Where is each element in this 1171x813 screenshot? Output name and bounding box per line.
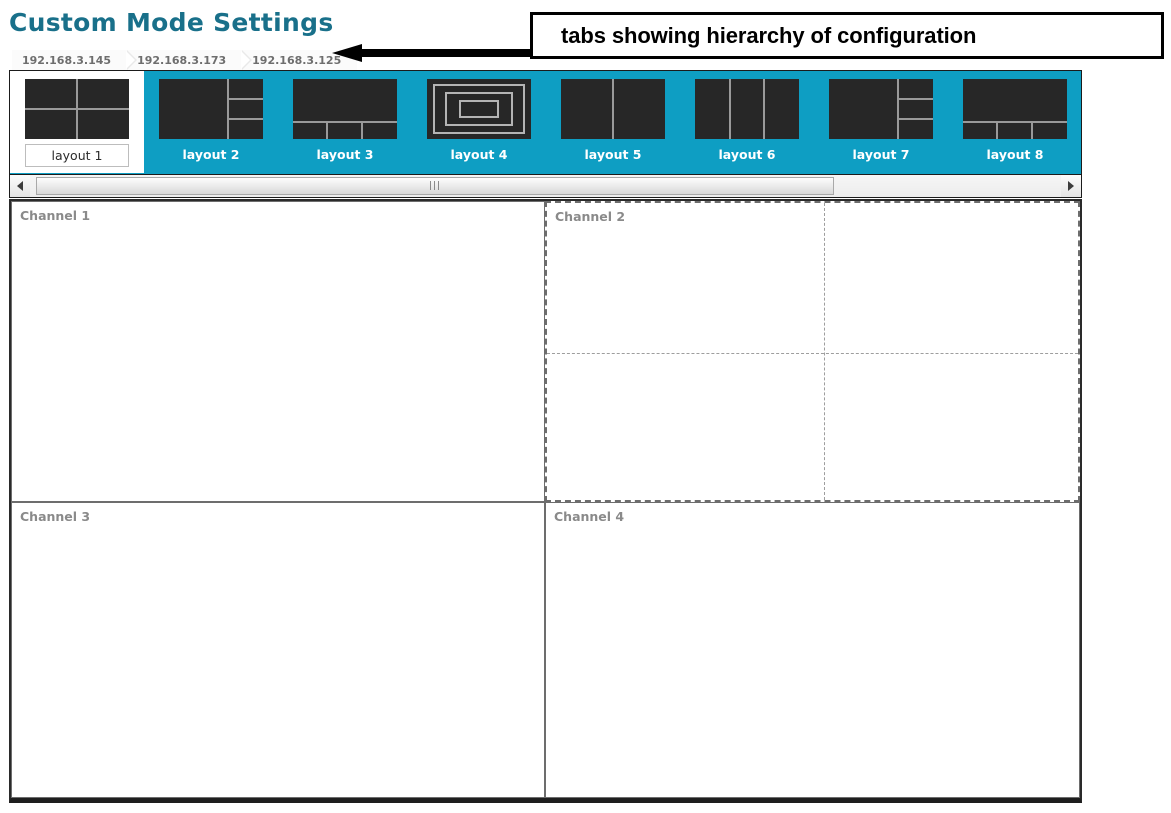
channel-pane-3[interactable]: Channel 3 [11,502,545,798]
layout-tab-4[interactable]: layout 4 [412,71,546,173]
channel-2-vertical-divider [824,203,825,500]
scrollbar-grip-icon: ||| [428,180,442,191]
channel-pane-4[interactable]: Channel 4 [545,502,1080,798]
channel-pane-1[interactable]: Channel 1 [11,201,545,502]
layout-tab-6[interactable]: layout 6 [680,71,814,173]
annotation-text: tabs showing hierarchy of configuration [561,22,977,48]
layout-tab-label-5: layout 5 [584,147,642,162]
layout-tab-label-1: layout 1 [24,144,130,167]
horizontal-scrollbar[interactable]: ||| [9,174,1082,198]
breadcrumb: 192.168.3.145 192.168.3.173 192.168.3.12… [12,50,358,70]
layout-tab-label-4: layout 4 [450,147,508,162]
breadcrumb-item-1[interactable]: 192.168.3.145 [12,50,138,70]
triangle-right-icon [1068,181,1074,191]
layout-tab-label-7: layout 7 [852,147,910,162]
layout-thumbnail-nested-3 [427,79,531,139]
channel-label-1: Channel 1 [20,208,91,223]
custom-mode-settings-page: Custom Mode Settings 192.168.3.145 192.1… [0,0,1171,813]
channel-pane-2[interactable]: Channel 2 [545,201,1080,502]
layout-tab-label-6: layout 6 [718,147,776,162]
layout-thumbnail-cols-2 [561,79,665,139]
scrollbar-thumb[interactable]: ||| [36,177,834,195]
scrollbar-track[interactable]: ||| [30,175,1061,197]
page-title: Custom Mode Settings [9,8,334,37]
layout-tab-2[interactable]: layout 2 [144,71,278,173]
layout-thumbnail-left-large-3-right-b [829,79,933,139]
layout-thumbnail-top-large-3-bottom [293,79,397,139]
layout-tab-5[interactable]: layout 5 [546,71,680,173]
channel-canvas: Channel 1 Channel 2 Channel 3 Channel 4 [9,199,1082,803]
layout-thumbnail-cols-3 [695,79,799,139]
channel-2-horizontal-divider [547,353,1078,354]
layout-tab-strip[interactable]: layout 1 layout 2 layout 3 layout 4 layo… [9,70,1082,174]
layout-thumbnail-grid-2x2 [25,79,129,139]
triangle-left-icon [17,181,23,191]
scroll-right-button[interactable] [1061,175,1081,197]
annotation-arrow-icon [332,44,533,62]
layout-tab-label-2: layout 2 [182,147,240,162]
breadcrumb-item-2[interactable]: 192.168.3.173 [127,50,253,70]
channel-label-4: Channel 4 [554,509,625,524]
layout-tab-3[interactable]: layout 3 [278,71,412,173]
annotation-callout: tabs showing hierarchy of configuration [530,12,1164,59]
scroll-left-button[interactable] [10,175,30,197]
layout-tab-1[interactable]: layout 1 [10,71,144,173]
layout-thumbnail-left-large-3-right [159,79,263,139]
channel-label-2: Channel 2 [555,209,626,224]
layout-thumbnail-top-large-3-bottom-b [963,79,1067,139]
layout-tab-7[interactable]: layout 7 [814,71,948,173]
layout-tab-label-3: layout 3 [316,147,374,162]
layout-tab-label-8: layout 8 [986,147,1044,162]
layout-tab-8[interactable]: layout 8 [948,71,1081,173]
channel-label-3: Channel 3 [20,509,91,524]
